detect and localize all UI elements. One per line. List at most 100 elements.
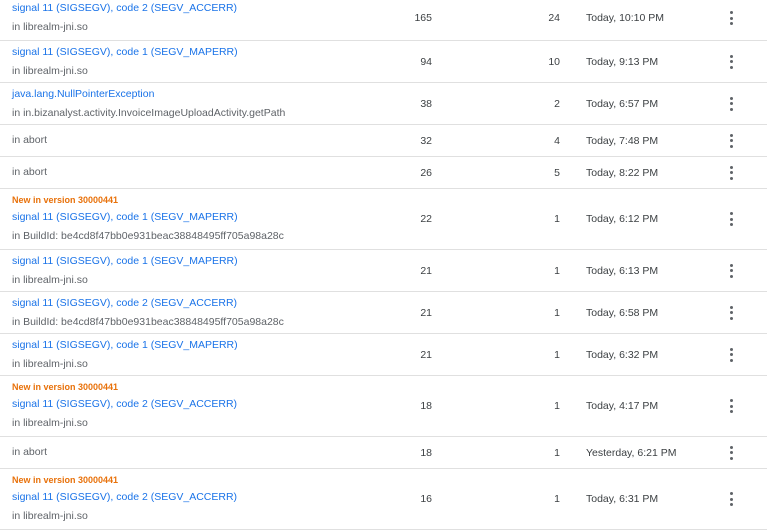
issue-location: in abort (12, 446, 48, 458)
menu-dot (729, 347, 733, 351)
menu-dot (729, 274, 733, 278)
more-vert-icon[interactable] (721, 443, 741, 463)
event-count: 16 (420, 493, 432, 505)
issue-row[interactable]: signal 11 (SIGSEGV), code 2 (SEGV_ACCERR… (0, 292, 767, 334)
more-vert-icon[interactable] (721, 163, 741, 183)
issue-location: in BuildId: be4cd8f47bb0e931beac38848495… (12, 315, 284, 328)
menu-dot (729, 11, 733, 14)
menu-dot (729, 107, 733, 111)
issue-title-link[interactable]: signal 11 (SIGSEGV), code 2 (SEGV_ACCERR… (12, 0, 237, 18)
issue-row[interactable]: in abort 18 1 Yesterday, 6:21 PM (0, 437, 767, 469)
event-count: 32 (420, 134, 432, 147)
menu-dot (729, 176, 733, 180)
issue-row[interactable]: in abort 32 4 Today, 7:48 PM (0, 125, 767, 157)
issue-info: signal 11 (SIGSEGV), code 2 (SEGV_ACCERR… (12, 0, 237, 40)
more-vert-icon[interactable] (721, 396, 741, 416)
menu-dot (729, 404, 733, 408)
issue-title-link[interactable]: signal 11 (SIGSEGV), code 1 (SEGV_MAPERR… (12, 252, 238, 271)
last-seen-time: Today, 7:48 PM (586, 134, 659, 147)
more-vert-icon[interactable] (721, 209, 741, 229)
issue-row[interactable]: in abort 26 5 Today, 8:22 PM (0, 157, 767, 189)
issue-row[interactable]: java.lang.NullPointerException in in.biza… (0, 83, 767, 125)
menu-dot (729, 399, 733, 402)
menu-dot (729, 217, 733, 221)
event-count: 21 (420, 306, 432, 319)
user-count: 2 (554, 97, 560, 110)
last-seen-time: Today, 9:13 PM (586, 55, 659, 68)
last-seen-time: Today, 8:22 PM (586, 166, 659, 179)
menu-dot (729, 133, 733, 137)
issue-info: in abort (12, 157, 47, 188)
issue-row[interactable]: signal 11 (SIGSEGV), code 2 (SEGV_ACCERR… (0, 0, 767, 41)
user-count: 24 (548, 12, 560, 24)
menu-dot (729, 492, 733, 495)
issue-row[interactable]: signal 11 (SIGSEGV), code 1 (SEGV_MAPERR… (0, 41, 767, 83)
new-version-badge: New in version 30000441 (12, 474, 119, 485)
more-vert-icon[interactable] (721, 131, 741, 151)
more-vert-icon[interactable] (721, 345, 741, 365)
menu-dot (729, 171, 733, 174)
last-seen-time: Today, 6:32 PM (586, 348, 659, 361)
event-count: 26 (420, 166, 432, 179)
user-count: 1 (554, 348, 560, 361)
menu-dot (729, 263, 733, 267)
issue-row[interactable]: New in version 30000441 signal 11 (SIGSEG… (0, 469, 767, 530)
user-count: 10 (548, 55, 560, 68)
user-count: 1 (554, 446, 560, 459)
issue-row[interactable]: signal 11 (SIGSEGV), code 1 (SEGV_MAPERR… (0, 334, 767, 376)
issue-title-link[interactable]: signal 11 (SIGSEGV), code 1 (SEGV_MAPERR… (12, 43, 238, 62)
issue-row[interactable]: signal 11 (SIGSEGV), code 1 (SEGV_MAPERR… (0, 250, 767, 292)
issue-title-link[interactable]: signal 11 (SIGSEGV), code 2 (SEGV_ACCERR… (12, 395, 237, 414)
event-count: 21 (420, 264, 432, 277)
issue-title-link[interactable]: java.lang.NullPointerException (12, 85, 285, 104)
issue-location: in librealm-jni.so (12, 21, 88, 33)
menu-dot (729, 353, 733, 356)
more-vert-icon[interactable] (721, 94, 741, 114)
event-count: 94 (420, 55, 432, 68)
user-count: 1 (554, 264, 560, 277)
issue-title-link[interactable]: signal 11 (SIGSEGV), code 1 (SEGV_MAPERR… (12, 208, 284, 227)
menu-dot (729, 269, 733, 272)
issue-location: in librealm-jni.so (12, 509, 88, 522)
issue-title-link[interactable]: signal 11 (SIGSEGV), code 1 (SEGV_MAPERR… (12, 336, 238, 355)
menu-dot (729, 497, 733, 501)
menu-dot (729, 223, 733, 226)
menu-dot (729, 445, 733, 449)
menu-dot (729, 503, 733, 506)
more-vert-icon[interactable] (721, 489, 741, 509)
event-count: 38 (420, 97, 432, 110)
issue-info: New in version 30000441 signal 11 (SIGSEG… (12, 469, 237, 529)
menu-dot (729, 410, 733, 413)
new-version-badge: New in version 30000441 (12, 194, 119, 205)
issue-row[interactable]: New in version 30000441 signal 11 (SIGSEG… (0, 189, 767, 250)
menu-dot (729, 22, 733, 25)
more-vert-icon[interactable] (721, 303, 741, 323)
user-count: 1 (554, 213, 560, 225)
last-seen-time: Today, 10:10 PM (586, 12, 665, 24)
issue-location: in abort (12, 166, 48, 178)
issue-title-link[interactable]: signal 11 (SIGSEGV), code 2 (SEGV_ACCERR… (12, 488, 237, 507)
last-seen-time: Today, 6:13 PM (586, 264, 659, 277)
issue-info: java.lang.NullPointerException in in.biza… (12, 83, 285, 124)
menu-dot (729, 165, 733, 169)
last-seen-time: Today, 4:17 PM (586, 400, 659, 412)
last-seen-time: Today, 6:58 PM (586, 306, 659, 319)
issue-title-link[interactable]: signal 11 (SIGSEGV), code 2 (SEGV_ACCERR… (12, 294, 284, 313)
more-vert-icon[interactable] (721, 8, 741, 28)
issue-info: signal 11 (SIGSEGV), code 1 (SEGV_MAPERR… (12, 250, 238, 291)
last-seen-time: Today, 6:57 PM (586, 97, 659, 110)
last-seen-time: Today, 6:31 PM (586, 493, 659, 505)
menu-dot (729, 456, 733, 460)
more-vert-icon[interactable] (721, 261, 741, 281)
user-count: 4 (554, 134, 560, 147)
issue-info: signal 11 (SIGSEGV), code 1 (SEGV_MAPERR… (12, 41, 238, 82)
menu-dot (729, 144, 733, 148)
menu-dot (729, 316, 733, 320)
menu-dot (729, 212, 733, 215)
menu-dot (729, 305, 733, 309)
menu-dot (729, 311, 733, 314)
more-vert-icon[interactable] (721, 52, 741, 72)
issue-location: in abort (12, 134, 48, 146)
event-count: 18 (420, 446, 432, 459)
issue-row[interactable]: New in version 30000441 signal 11 (SIGSEG… (0, 376, 767, 437)
